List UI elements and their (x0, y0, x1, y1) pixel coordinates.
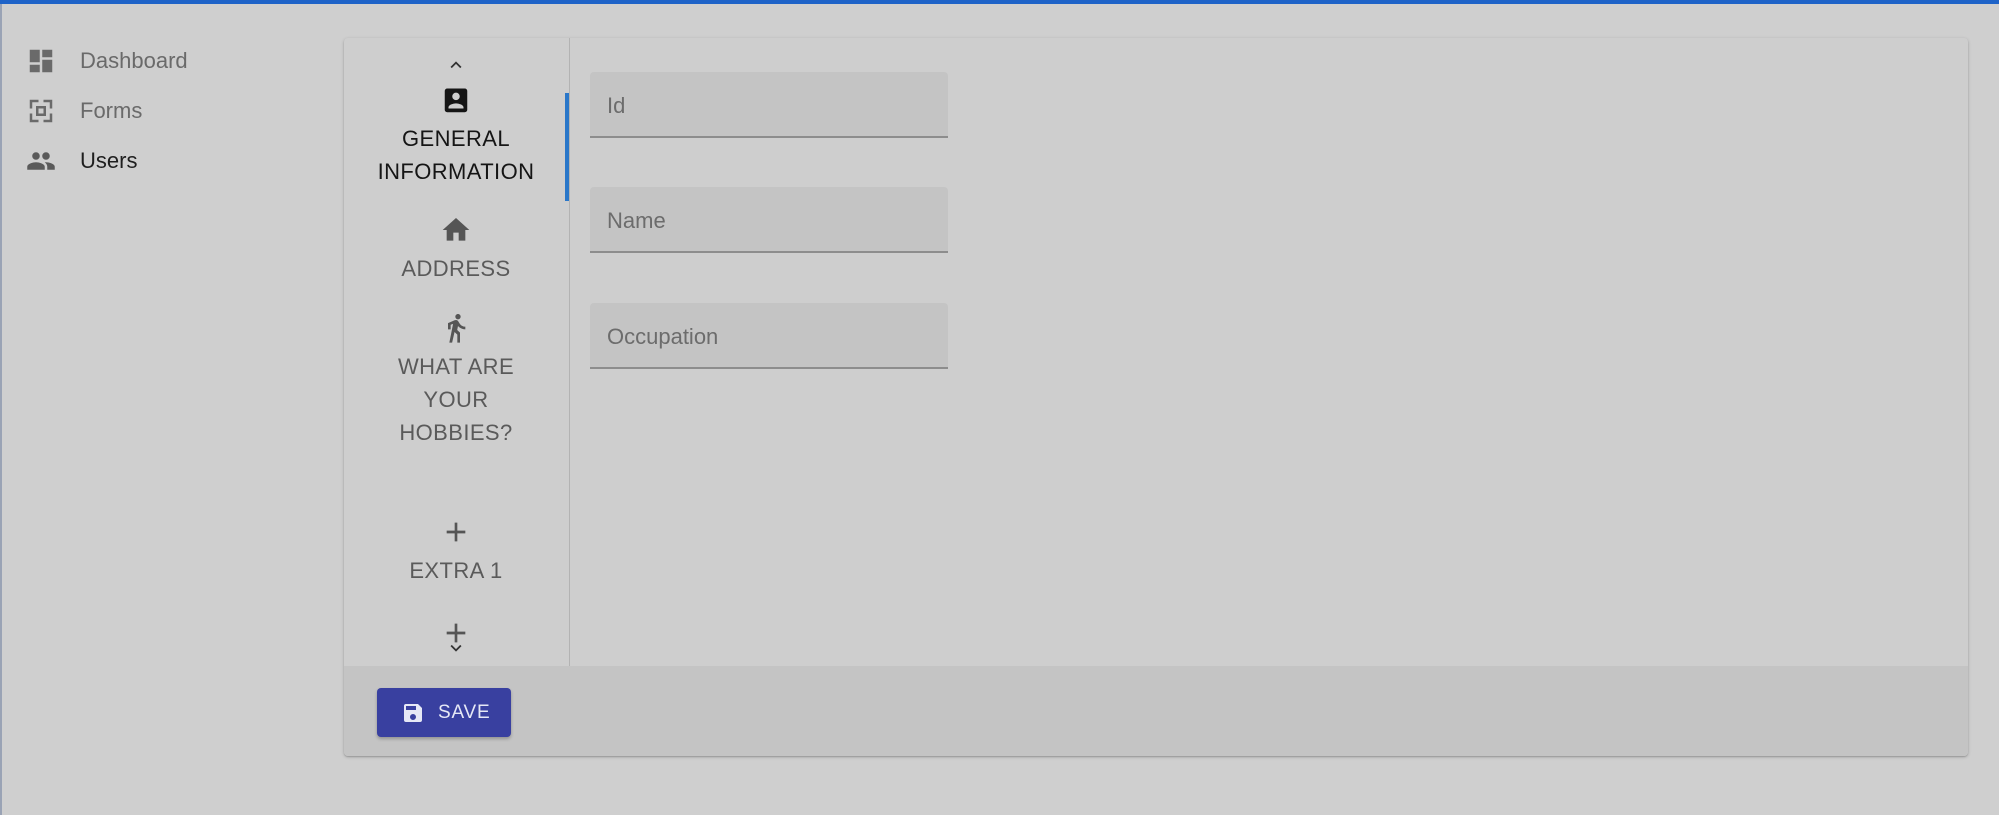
tab-general-information[interactable]: GENERAL INFORMATION (344, 86, 568, 188)
users-icon (27, 152, 55, 170)
tab-label: EXTRA 1 (409, 558, 503, 583)
save-button-label: SAVE (438, 701, 491, 723)
home-icon (442, 218, 470, 241)
chevron-up-icon (450, 61, 462, 69)
hobby-icon (448, 314, 466, 343)
top-app-bar-edge (0, 0, 1999, 4)
tab-label: ADDRESS (401, 256, 511, 281)
tab-hobbies[interactable]: WHAT ARE YOUR HOBBIES? (344, 312, 568, 449)
sidebar-item-label: Dashboard (80, 48, 188, 73)
sidebar-item-label: Forms (80, 98, 143, 123)
occupation-input[interactable] (590, 303, 948, 367)
name-field[interactable] (590, 187, 948, 253)
occupation-field[interactable] (590, 303, 948, 369)
forms-icon (29, 99, 53, 123)
tab-indicator (565, 93, 569, 201)
save-icon (404, 703, 422, 722)
tab-label: WHAT ARE YOUR HOBBIES? (397, 354, 515, 445)
chevron-down-icon (450, 644, 462, 652)
id-input[interactable] (590, 72, 948, 136)
contact-card-icon (444, 88, 468, 113)
form-footer: SAVE (344, 666, 1968, 756)
sidebar: Dashboard Forms Users (0, 36, 330, 186)
tabs-scroll-up-button[interactable] (344, 51, 568, 79)
dashboard-icon (29, 49, 53, 73)
name-input[interactable] (590, 187, 948, 251)
user-form-card: GENERAL INFORMATION ADDRESS WHAT ARE YOU… (344, 38, 1968, 756)
tab-address[interactable]: ADDRESS (344, 214, 568, 285)
id-field[interactable] (590, 72, 948, 138)
vertical-tabs: GENERAL INFORMATION ADDRESS WHAT ARE YOU… (344, 38, 570, 666)
tabs-scroll-down-button[interactable] (344, 634, 568, 662)
tab-extra-1[interactable]: EXTRA 1 (344, 516, 568, 587)
sidebar-item-users[interactable]: Users (0, 136, 330, 186)
sidebar-item-dashboard[interactable]: Dashboard (0, 36, 330, 86)
plus-icon (446, 522, 466, 542)
sidebar-item-label: Users (80, 148, 138, 173)
tab-label: GENERAL INFORMATION (377, 126, 535, 184)
sidebar-item-forms[interactable]: Forms (0, 86, 330, 136)
save-button[interactable]: SAVE (377, 688, 511, 737)
